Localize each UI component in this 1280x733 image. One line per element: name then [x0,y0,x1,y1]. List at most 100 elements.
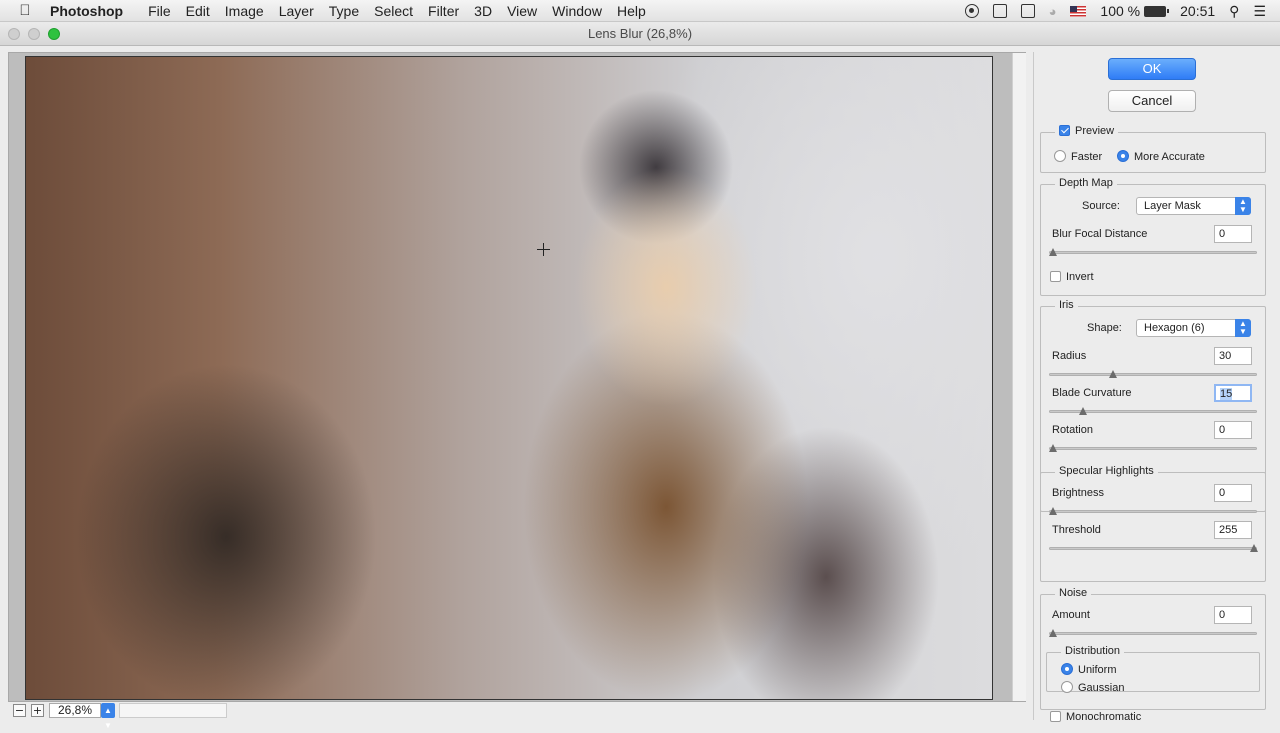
lens-blur-dialog: Lens Blur (26,8%) − + 26,8% ▲ ▼ OK Cancel… [0,22,1280,730]
source-label: Source: [1082,200,1120,212]
menu-layer[interactable]: Layer [279,3,325,19]
cancel-button[interactable]: Cancel [1108,90,1196,112]
radius-input[interactable]: 30 [1214,347,1252,365]
vertical-scrollbar[interactable] [1012,53,1026,701]
menu-image[interactable]: Image [225,3,275,19]
menu-type[interactable]: Type [329,3,370,19]
slider-thumb[interactable] [1109,370,1117,378]
menu-select[interactable]: Select [374,3,424,19]
shape-select[interactable]: Hexagon (6) ▲ ▼ [1136,319,1251,337]
notification-center-icon[interactable]: ☰ [1253,3,1266,20]
blade-curvature-input[interactable]: 15 [1214,384,1252,402]
threshold-slider[interactable] [1049,544,1258,552]
settings-panel: OK Cancel Preview Faster More Accurate D… [1033,52,1280,723]
record-icon[interactable] [964,4,979,18]
airplay-icon[interactable] [1020,4,1035,18]
preview-area[interactable] [8,52,1026,702]
monochromatic-option[interactable]: Monochromatic [1050,711,1141,723]
amount-input[interactable]: 0 [1214,606,1252,624]
noise-legend: Noise [1055,587,1092,599]
crosshair-cursor-icon [537,243,550,256]
slider-thumb[interactable] [1049,248,1057,256]
slider-thumb[interactable] [1049,507,1057,515]
slider-thumb[interactable] [1079,407,1087,415]
uniform-option[interactable]: Uniform [1061,663,1117,676]
gaussian-option[interactable]: Gaussian [1061,681,1124,694]
window-switch-icon[interactable] [992,4,1007,18]
source-value: Layer Mask [1144,200,1201,212]
invert-label: Invert [1066,271,1094,283]
preview-image[interactable] [25,56,993,700]
zoom-in-button[interactable]: + [31,703,44,717]
menu-bar:  Photoshop File Edit Image Layer Type S… [0,0,1280,22]
wifi-icon[interactable]: ◕ [1049,4,1057,19]
shape-value: Hexagon (6) [1144,322,1205,334]
uniform-radio[interactable] [1061,663,1073,675]
select-arrows-icon: ▲ ▼ [1235,319,1251,337]
rotation-slider[interactable] [1049,444,1257,452]
faster-label: Faster [1071,151,1103,163]
menu-view[interactable]: View [507,3,548,19]
radius-label: Radius [1052,350,1087,362]
threshold-input[interactable]: 255 [1214,521,1252,539]
preview-group: Preview Faster More Accurate [1040,125,1266,173]
faster-radio[interactable] [1054,150,1066,162]
menu-help[interactable]: Help [617,3,657,19]
menu-window[interactable]: Window [552,3,613,19]
rotation-label: Rotation [1052,424,1093,436]
source-select[interactable]: Layer Mask ▲ ▼ [1136,197,1251,215]
uniform-label: Uniform [1078,664,1117,676]
menu-edit[interactable]: Edit [186,3,221,19]
more-accurate-radio-option[interactable]: More Accurate [1117,150,1205,163]
title-bar: Lens Blur (26,8%) [0,22,1280,46]
more-accurate-radio[interactable] [1117,150,1129,162]
invert-option[interactable]: Invert [1050,271,1094,283]
invert-checkbox[interactable] [1050,271,1061,282]
specular-highlights-legend: Specular Highlights [1055,465,1158,477]
monochromatic-checkbox[interactable] [1050,711,1061,722]
input-source-flag-icon[interactable] [1070,5,1087,17]
brightness-input[interactable]: 0 [1214,484,1252,502]
zoom-track [119,702,227,718]
battery-percent: 100 % [1100,3,1141,19]
zoom-level-field[interactable]: 26,8% [49,702,101,718]
slider-thumb[interactable] [1250,544,1258,552]
minimize-window-icon[interactable] [28,28,40,40]
preview-legend[interactable]: Preview [1055,125,1119,137]
blade-curvature-value: 15 [1220,388,1233,400]
ok-button[interactable]: OK [1108,58,1196,80]
noise-group: Noise Amount 0 Distribution Uniform Gaus… [1040,587,1266,723]
brightness-slider[interactable] [1049,507,1257,515]
menu-3d[interactable]: 3D [474,3,503,19]
zoom-out-button[interactable]: − [13,703,26,717]
battery-status[interactable]: 100 % [1100,3,1170,19]
blur-focal-distance-slider[interactable] [1049,248,1257,256]
menu-photoshop[interactable]: Photoshop [50,3,134,19]
slider-thumb[interactable] [1049,629,1057,637]
spotlight-search-icon[interactable]: ⚲ [1229,3,1239,20]
menu-filter[interactable]: Filter [428,3,470,19]
shape-label: Shape: [1087,322,1122,334]
apple-menu-icon[interactable]:  [0,2,50,19]
brightness-label: Brightness [1052,487,1104,499]
rotation-input[interactable]: 0 [1214,421,1252,439]
amount-slider[interactable] [1049,629,1257,637]
more-accurate-label: More Accurate [1134,151,1205,163]
threshold-label: Threshold [1052,524,1101,536]
select-arrows-icon: ▲ ▼ [1235,197,1251,215]
blur-focal-distance-input[interactable]: 0 [1214,225,1252,243]
faster-radio-option[interactable]: Faster [1054,150,1102,163]
clock[interactable]: 20:51 [1180,3,1215,19]
depth-map-group: Depth Map Source: Layer Mask ▲ ▼ Blur Foca… [1040,177,1266,296]
zoom-stepper-icon[interactable]: ▲ ▼ [101,702,115,730]
radius-slider[interactable] [1049,370,1257,378]
blade-curvature-slider[interactable] [1049,407,1257,415]
menu-file[interactable]: File [148,3,182,19]
window-title: Lens Blur (26,8%) [587,26,693,41]
preview-checkbox[interactable] [1059,125,1070,136]
amount-label: Amount [1052,609,1090,621]
slider-thumb[interactable] [1049,444,1057,452]
gaussian-radio[interactable] [1061,681,1073,693]
zoom-window-icon[interactable] [48,28,60,40]
close-window-icon[interactable] [8,28,20,40]
